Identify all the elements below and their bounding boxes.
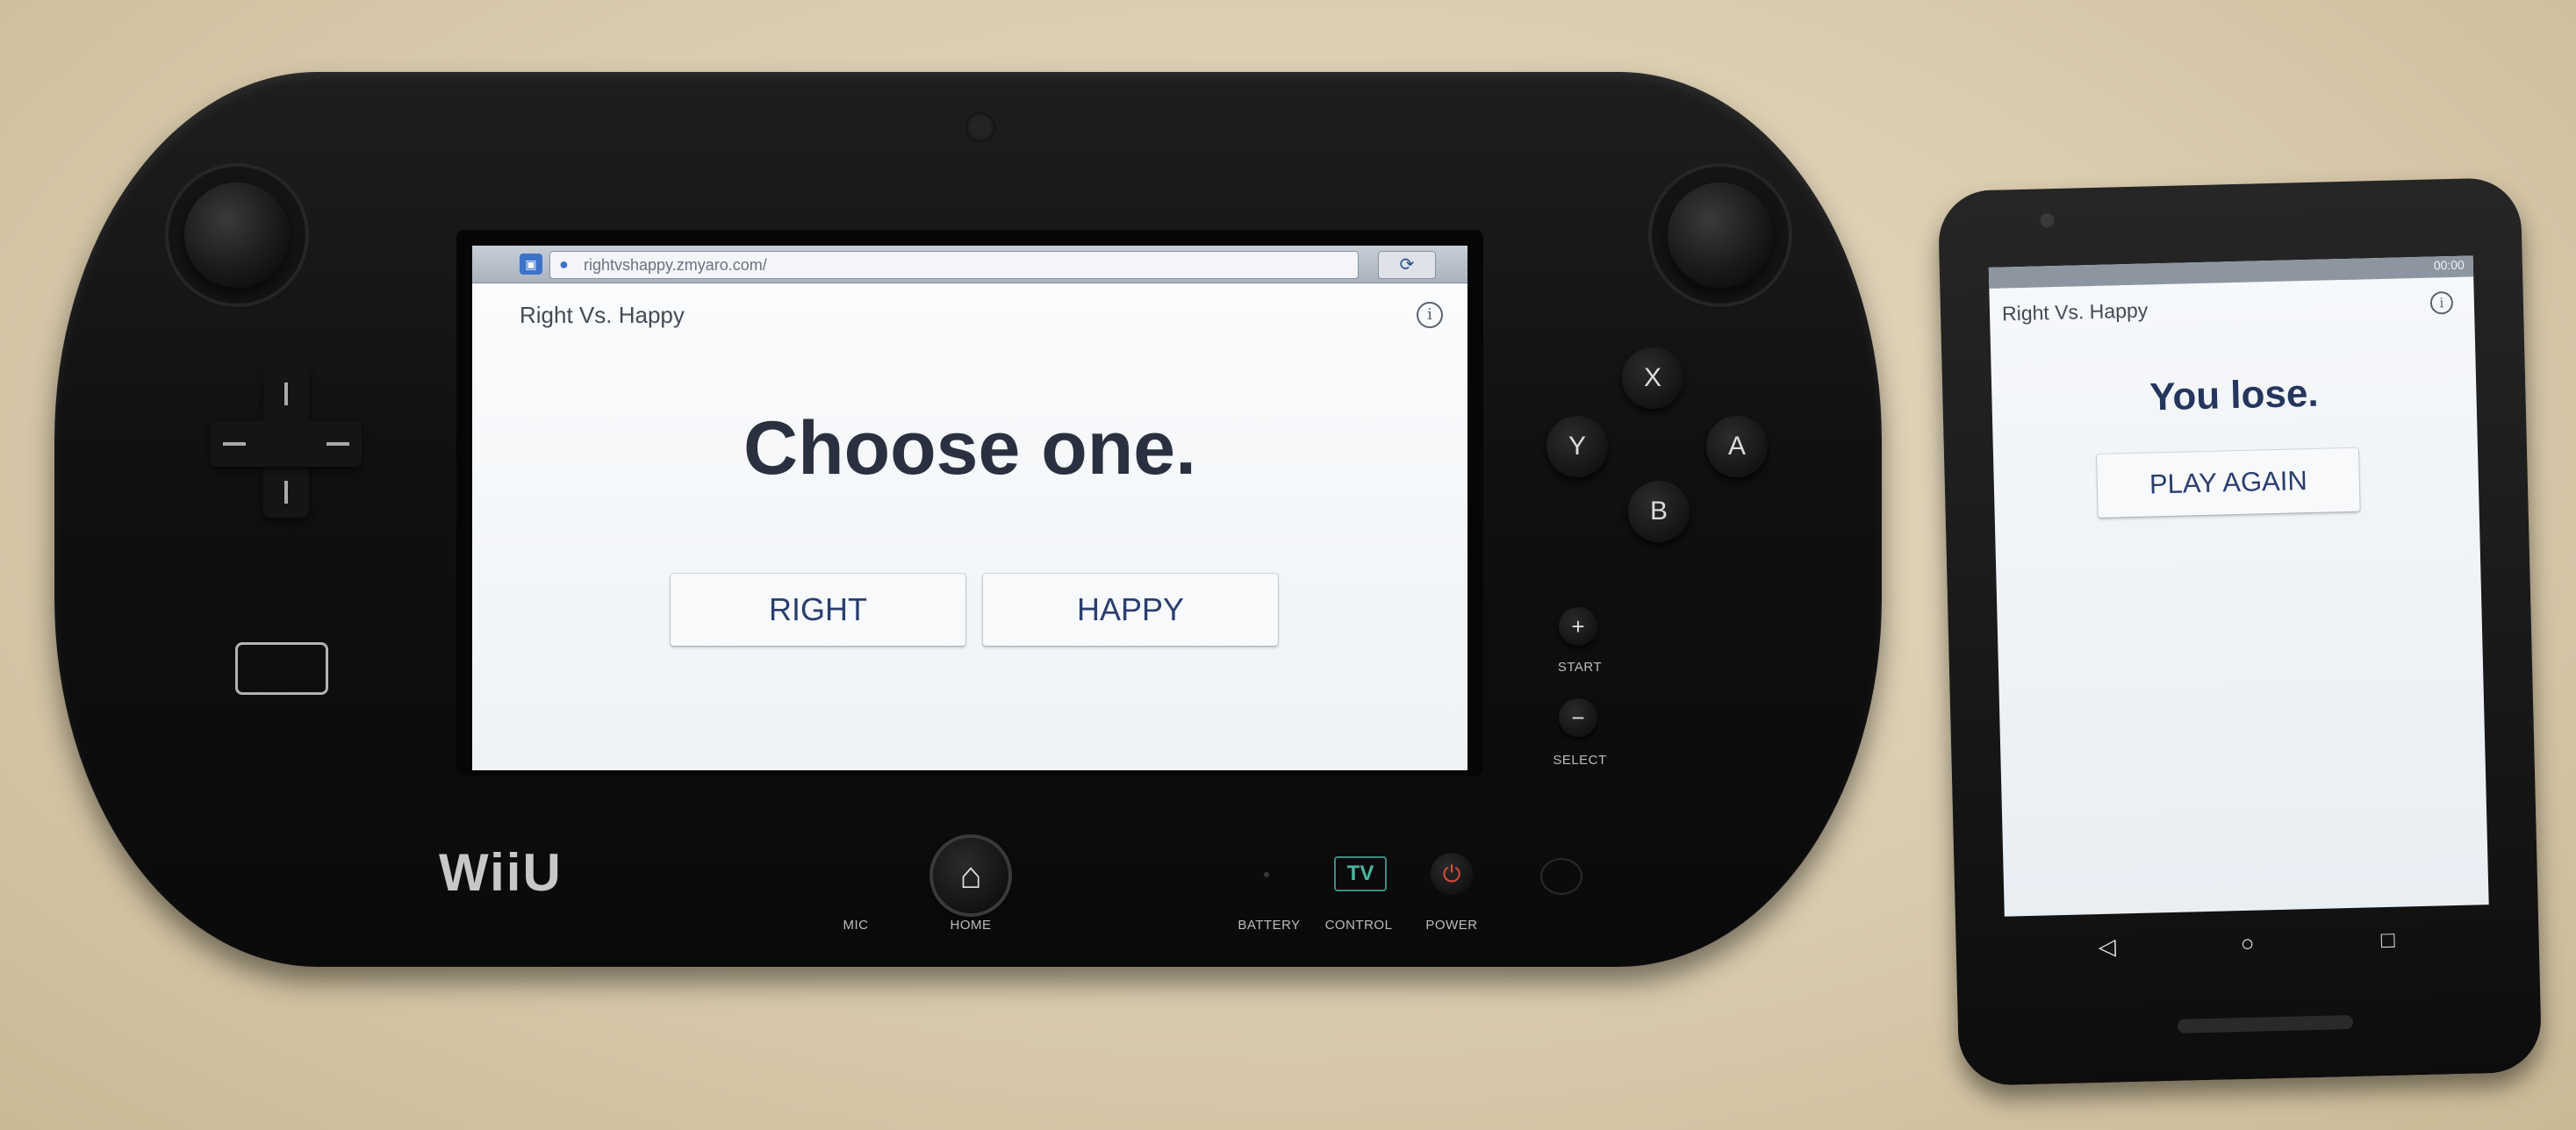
nfc-area xyxy=(1540,858,1582,895)
dpad-left-mark xyxy=(223,442,246,446)
tv-control-button[interactable]: TV xyxy=(1334,856,1387,891)
control-label: CONTROL xyxy=(1324,918,1393,933)
page-headline: Choose one. xyxy=(743,406,1197,490)
phone-app-title: Right Vs. Happy xyxy=(2001,298,2149,325)
tab-icon[interactable]: ▣ xyxy=(520,254,542,275)
mic-label: MIC xyxy=(843,918,869,933)
android-nav-bar: ◁ ○ □ xyxy=(2005,915,2490,976)
reload-icon[interactable]: ⟳ xyxy=(1378,251,1436,279)
select-label: SELECT xyxy=(1553,753,1607,768)
start-label: START xyxy=(1557,660,1603,675)
plus-button[interactable]: + xyxy=(1559,607,1597,646)
app-title: Right Vs. Happy xyxy=(520,302,685,328)
right-analog-stick[interactable] xyxy=(1668,182,1773,288)
phone-info-icon[interactable]: i xyxy=(2429,290,2454,315)
minus-button[interactable]: − xyxy=(1559,698,1597,737)
phone-headline: You lose. xyxy=(2149,371,2320,419)
home-circle-icon[interactable]: ○ xyxy=(2229,929,2265,957)
back-icon[interactable]: ◁ xyxy=(2089,933,2125,961)
sensor xyxy=(1220,140,1232,147)
dpad-down-mark xyxy=(284,481,288,504)
y-button[interactable]: Y xyxy=(1546,416,1608,477)
wii-u-logo: WiiU xyxy=(439,843,563,902)
a-button[interactable]: A xyxy=(1706,416,1768,477)
globe-icon: ● xyxy=(559,255,569,273)
android-phone: 00:00 Right Vs. Happy i You lose. PLAY A… xyxy=(1937,177,2543,1086)
dpad-right-mark xyxy=(326,442,349,446)
status-time: 00:00 xyxy=(2433,257,2465,273)
power-icon[interactable]: ⏻ xyxy=(1431,853,1473,895)
right-button[interactable]: RIGHT xyxy=(671,574,965,646)
tv-remote-icon[interactable] xyxy=(235,642,328,695)
dpad-up-mark xyxy=(284,383,288,405)
url-bar[interactable]: ● rightvshappy.zmyaro.com/ xyxy=(549,251,1359,279)
power-label: POWER xyxy=(1425,918,1478,933)
status-bar: 00:00 xyxy=(1988,255,2474,289)
phone-screen: 00:00 Right Vs. Happy i You lose. PLAY A… xyxy=(1988,255,2489,917)
battery-led xyxy=(1264,872,1269,877)
b-button[interactable]: B xyxy=(1628,481,1690,542)
url-text: rightvshappy.zmyaro.com/ xyxy=(584,256,767,274)
home-label: HOME xyxy=(950,918,992,933)
play-again-button[interactable]: PLAY AGAIN xyxy=(2097,447,2360,518)
info-icon[interactable]: i xyxy=(1417,302,1443,328)
home-icon[interactable]: ⌂ xyxy=(933,838,1008,913)
front-camera-icon xyxy=(2040,213,2055,228)
browser-toolbar: ▣ ● rightvshappy.zmyaro.com/ ⟳ xyxy=(472,246,1467,283)
happy-button[interactable]: HAPPY xyxy=(983,574,1278,646)
recents-icon[interactable]: □ xyxy=(2370,926,2406,955)
x-button[interactable]: X xyxy=(1622,347,1683,409)
camera-icon xyxy=(965,112,995,142)
left-analog-stick[interactable] xyxy=(184,182,290,288)
speaker-grille xyxy=(2177,1014,2354,1033)
gamepad-screen: ▣ ● rightvshappy.zmyaro.com/ ⟳ Right Vs.… xyxy=(472,246,1467,770)
battery-label: BATTERY xyxy=(1238,918,1301,933)
